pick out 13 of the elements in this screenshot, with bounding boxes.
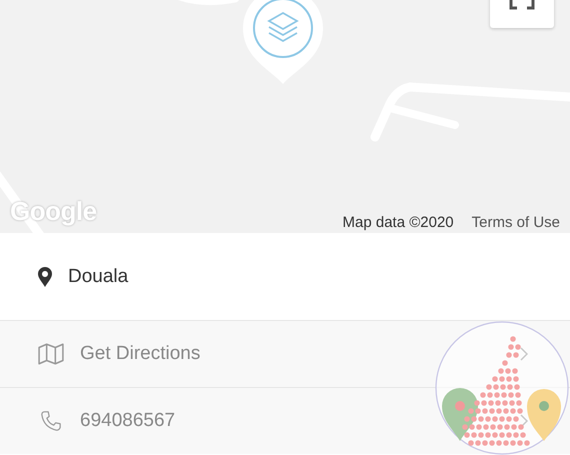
map-icon [38, 343, 64, 365]
action-row[interactable]: 694086567 [0, 387, 570, 454]
location-name: Douala [68, 266, 128, 288]
map-attribution: Map data ©2020 [342, 214, 454, 231]
fullscreen-button[interactable] [490, 0, 554, 28]
action-label: Get Directions [80, 343, 202, 365]
terms-link[interactable]: Terms of Use [472, 214, 560, 231]
action-label: 694086567 [80, 410, 176, 432]
chevron-icon [520, 347, 528, 361]
chevron-icon [520, 414, 528, 428]
fullscreen-icon [509, 0, 535, 10]
action-row[interactable]: Get Directions [0, 320, 570, 387]
location-pin-icon [38, 266, 52, 286]
